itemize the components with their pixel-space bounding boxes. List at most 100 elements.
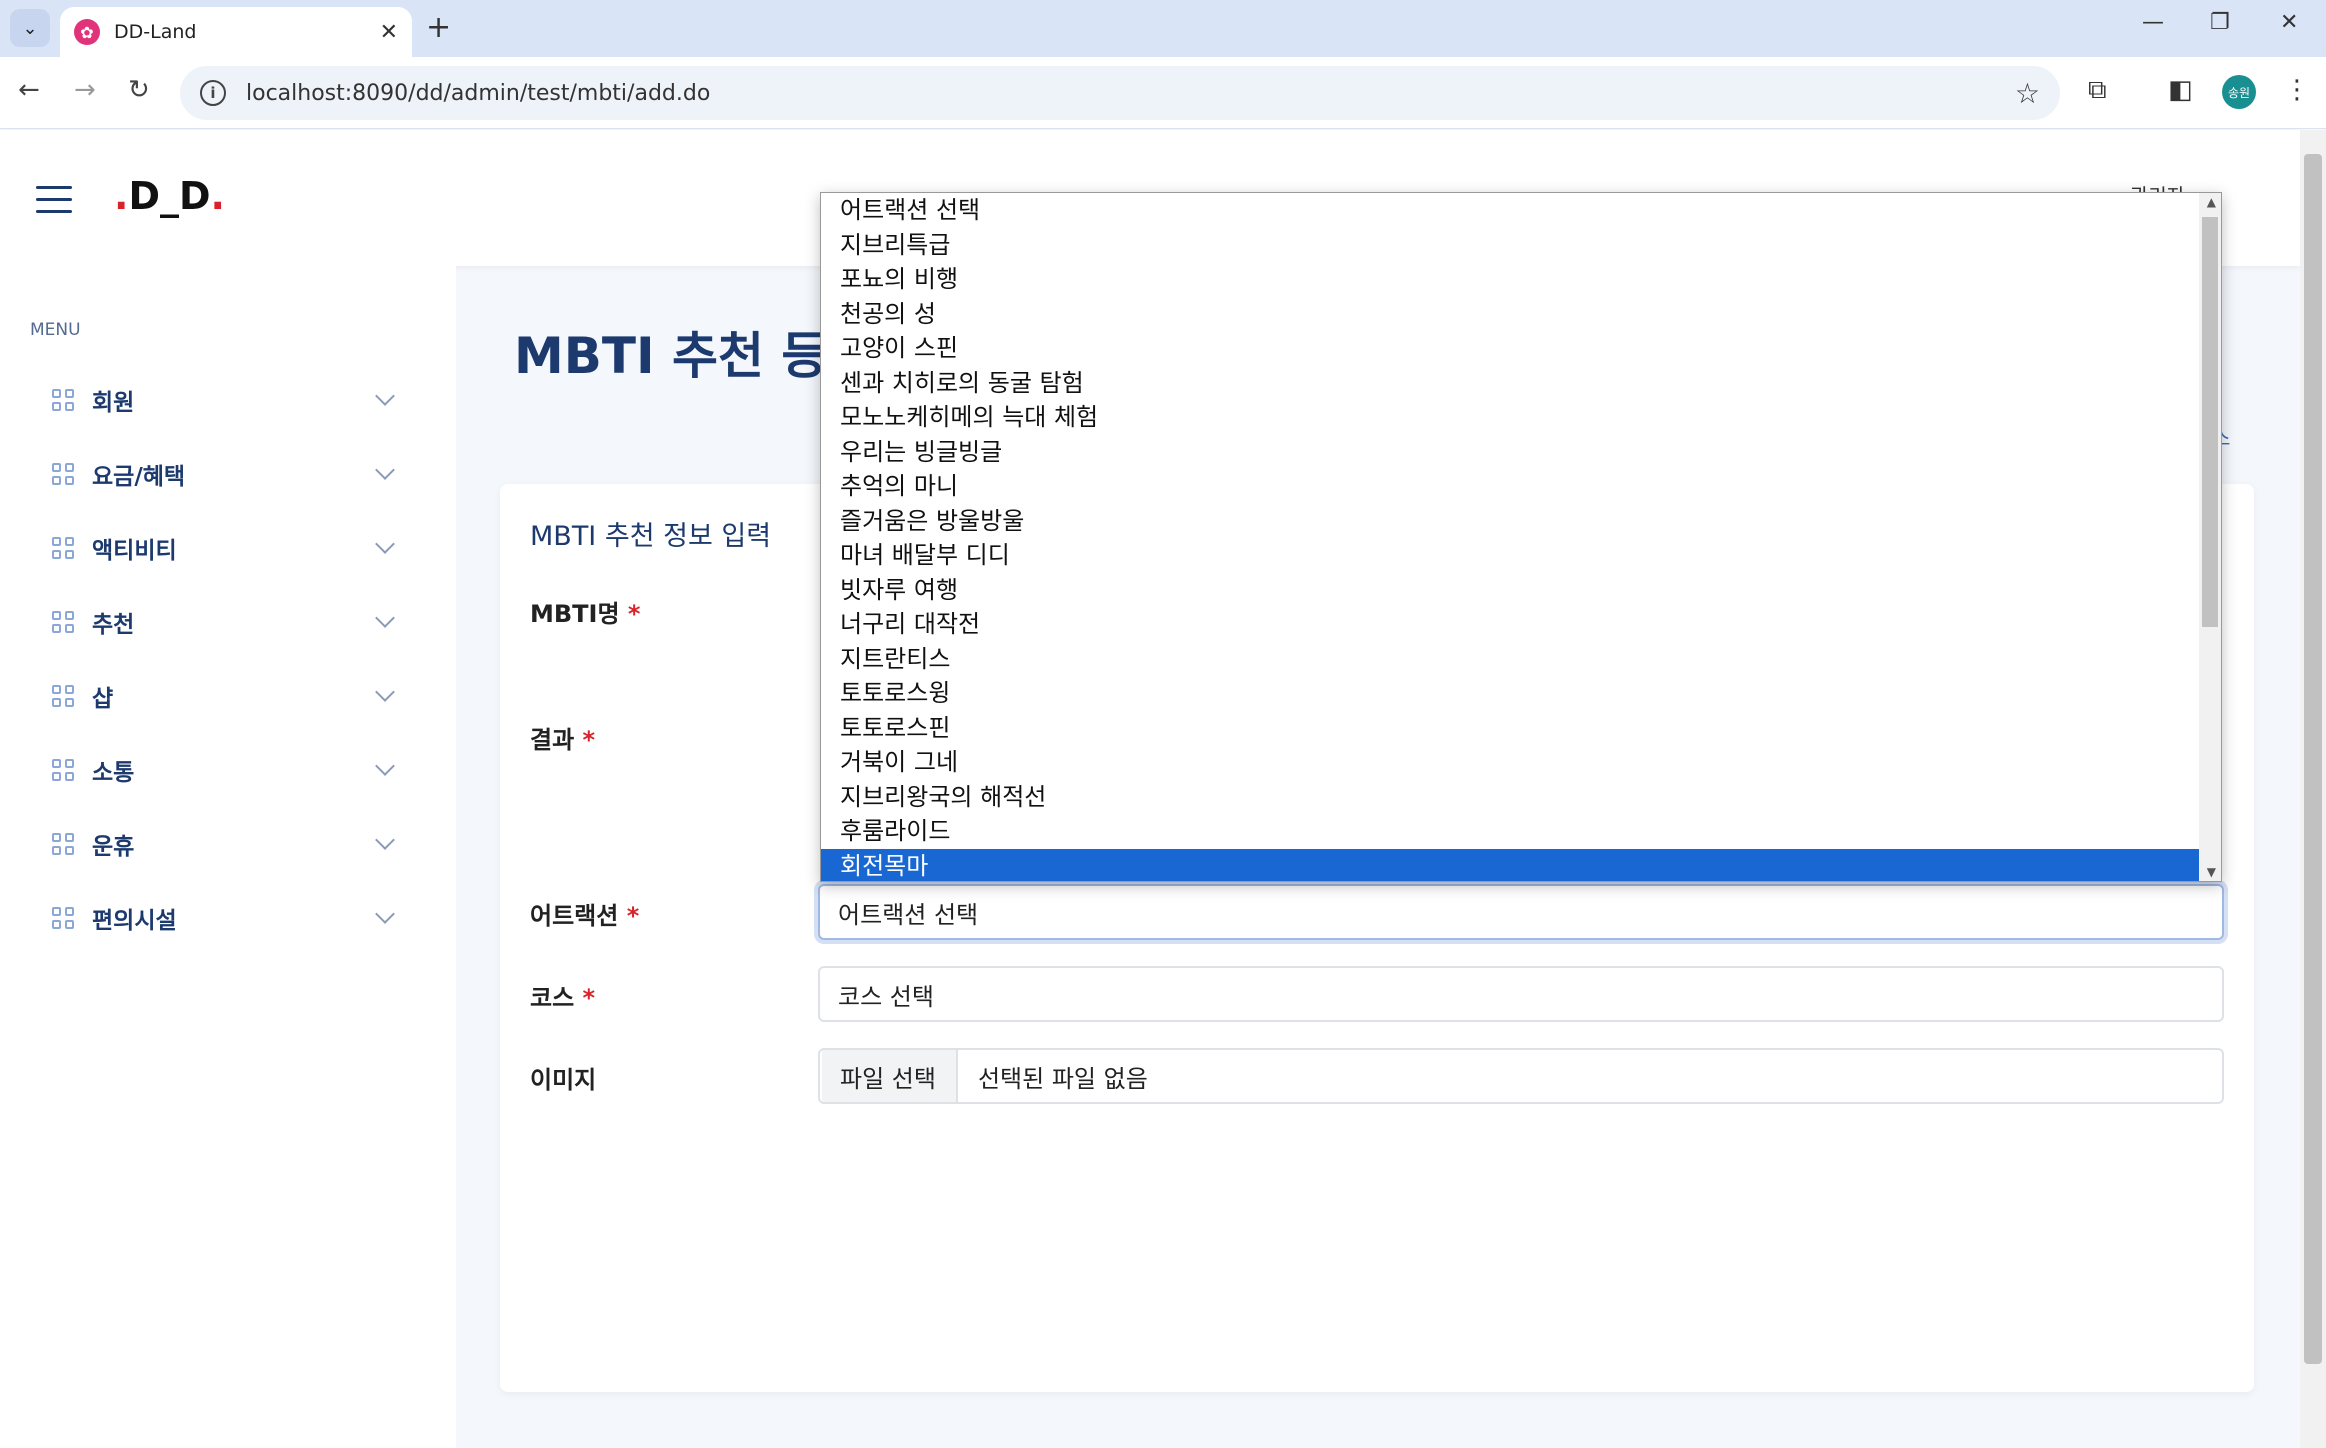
- attraction-select[interactable]: 어트랙션 선택: [818, 884, 2224, 940]
- dropdown-option[interactable]: 빗자루 여행: [821, 573, 2221, 608]
- dropdown-option[interactable]: 지트란티스: [821, 642, 2221, 677]
- sidebar-item-label: 요금/혜택: [92, 464, 186, 490]
- dropdown-option[interactable]: 모노노케히메의 늑대 체험: [821, 400, 2221, 435]
- sidebar-item-label: 소통: [92, 760, 135, 786]
- dropdown-option[interactable]: 회전목마: [821, 848, 2221, 881]
- dropdown-option[interactable]: 너구리 대작전: [821, 607, 2221, 642]
- attraction-select-value: 어트랙션 선택: [838, 900, 979, 929]
- sidebar-item-members[interactable]: 회원: [52, 380, 402, 420]
- dropdown-option[interactable]: 지브리특급: [821, 228, 2221, 263]
- sidebar-item-activity[interactable]: 액티비티: [52, 528, 402, 568]
- site-logo[interactable]: .D_D.: [114, 174, 225, 218]
- restore-icon[interactable]: ❐: [2210, 10, 2230, 35]
- file-name-text: 선택된 파일 없음: [977, 1064, 1148, 1093]
- dropdown-option[interactable]: 토토로스핀: [821, 711, 2221, 746]
- dropdown-option[interactable]: 즐거움은 방울방울: [821, 504, 2221, 539]
- grid-icon: [52, 833, 74, 855]
- dropdown-option[interactable]: 지브리왕국의 해적선: [821, 780, 2221, 815]
- sidebar-item-label: 운휴: [92, 834, 135, 860]
- sidebar-item-pricing[interactable]: 요금/혜택: [52, 454, 402, 494]
- sidebar-item-facilities[interactable]: 편의시설: [52, 898, 402, 938]
- close-tab-icon[interactable]: ✕: [380, 20, 398, 45]
- required-mark: *: [582, 726, 596, 754]
- chevron-down-icon: [375, 682, 395, 702]
- browser-tab-bar: ⌄ ✿ DD-Land ✕ + — ❐ ✕: [0, 0, 2326, 57]
- required-mark: *: [626, 902, 640, 930]
- tab-title: DD-Land: [114, 21, 197, 43]
- grid-icon: [52, 907, 74, 929]
- chevron-down-icon: [375, 534, 395, 554]
- grid-icon: [52, 537, 74, 559]
- page-scroll-thumb[interactable]: [2304, 154, 2322, 1364]
- dropdown-option[interactable]: 마녀 배달부 디디: [821, 538, 2221, 573]
- grid-icon: [52, 611, 74, 633]
- dropdown-option[interactable]: 토토로스윙: [821, 676, 2221, 711]
- chevron-down-icon: [375, 830, 395, 850]
- browser-toolbar: ← → ↻ i localhost:8090/dd/admin/test/mbt…: [0, 57, 2326, 129]
- sidebar-item-closure[interactable]: 운휴: [52, 824, 402, 864]
- sidebar-item-label: 편의시설: [92, 908, 177, 934]
- reload-icon[interactable]: ↻: [128, 75, 150, 105]
- address-bar[interactable]: i localhost:8090/dd/admin/test/mbti/add.…: [180, 66, 2060, 120]
- attraction-label: 어트랙션 *: [530, 896, 639, 931]
- dropdown-option[interactable]: 후룸라이드: [821, 814, 2221, 849]
- chevron-down-icon: ⌄: [22, 17, 38, 39]
- grid-icon: [52, 389, 74, 411]
- scroll-up-icon[interactable]: ▲: [2207, 195, 2216, 209]
- more-menu-icon[interactable]: ⋮: [2284, 75, 2310, 105]
- menu-label: MENU: [30, 320, 81, 340]
- grid-icon: [52, 463, 74, 485]
- card-title: MBTI 추천 정보 입력: [530, 521, 772, 552]
- scroll-down-icon[interactable]: ▼: [2207, 865, 2216, 879]
- forward-icon[interactable]: →: [74, 75, 96, 105]
- new-tab-button[interactable]: +: [426, 10, 451, 45]
- hamburger-menu-icon[interactable]: [36, 186, 72, 214]
- side-panel-icon[interactable]: ◧: [2168, 75, 2193, 105]
- chevron-down-icon: [375, 608, 395, 628]
- sidebar-item-recommend[interactable]: 추천: [52, 602, 402, 642]
- course-label: 코스 *: [530, 978, 595, 1013]
- browser-tab[interactable]: ✿ DD-Land ✕: [60, 7, 412, 57]
- dropdown-option[interactable]: 천공의 성: [821, 297, 2221, 332]
- dropdown-scroll-thumb[interactable]: [2202, 217, 2218, 627]
- dropdown-option[interactable]: 추억의 마니: [821, 469, 2221, 504]
- attraction-dropdown-list[interactable]: 어트랙션 선택 지브리특급 포뇨의 비행 천공의 성 고양이 스핀 센과 치히로의 동굴 …: [820, 192, 2222, 882]
- page-scrollbar[interactable]: [2300, 130, 2326, 1448]
- dropdown-option[interactable]: 센과 치히로의 동굴 탐험: [821, 366, 2221, 401]
- sidebar-item-label: 추천: [92, 612, 135, 638]
- label-text: 코스: [530, 984, 575, 1012]
- file-choose-button[interactable]: 파일 선택: [822, 1050, 958, 1102]
- dropdown-option[interactable]: 우리는 빙글빙글: [821, 435, 2221, 470]
- dropdown-option[interactable]: 거북이 그네: [821, 745, 2221, 780]
- dropdown-option[interactable]: 고양이 스핀: [821, 331, 2221, 366]
- close-window-icon[interactable]: ✕: [2280, 10, 2298, 35]
- mbti-label: MBTI명 *: [530, 594, 640, 629]
- dropdown-scrollbar[interactable]: ▲ ▼: [2199, 193, 2221, 881]
- chevron-down-icon: [375, 904, 395, 924]
- site-info-icon[interactable]: i: [200, 80, 226, 106]
- dropdown-option[interactable]: 어트랙션 선택: [821, 193, 2221, 228]
- sidebar-item-shop[interactable]: 샵: [52, 676, 402, 716]
- back-icon[interactable]: ←: [18, 75, 40, 105]
- image-file-input[interactable]: 파일 선택 선택된 파일 없음: [818, 1048, 2224, 1104]
- sidebar-item-label: 회원: [92, 390, 135, 416]
- extensions-icon[interactable]: ⧉: [2088, 75, 2107, 106]
- url-text[interactable]: localhost:8090/dd/admin/test/mbti/add.do: [246, 81, 2015, 106]
- sidebar-item-label: 액티비티: [92, 538, 177, 564]
- sidebar-item-community[interactable]: 소통: [52, 750, 402, 790]
- result-label: 결과 *: [530, 720, 595, 755]
- label-text: MBTI명: [530, 600, 620, 628]
- profile-avatar[interactable]: 송원: [2222, 75, 2256, 109]
- required-mark: *: [582, 984, 596, 1012]
- label-text: 결과: [530, 726, 575, 754]
- chevron-down-icon: [375, 756, 395, 776]
- course-select[interactable]: 코스 선택: [818, 966, 2224, 1022]
- bookmark-star-icon[interactable]: ☆: [2015, 77, 2040, 110]
- dropdown-option[interactable]: 포뇨의 비행: [821, 262, 2221, 297]
- chevron-down-icon: [375, 460, 395, 480]
- course-select-value: 코스 선택: [838, 982, 934, 1011]
- dropdown-options: 어트랙션 선택 지브리특급 포뇨의 비행 천공의 성 고양이 스핀 센과 치히로의 동굴 …: [821, 193, 2221, 881]
- tab-search-button[interactable]: ⌄: [10, 9, 50, 47]
- minimize-icon[interactable]: —: [2142, 10, 2164, 35]
- label-text: 어트랙션: [530, 902, 619, 930]
